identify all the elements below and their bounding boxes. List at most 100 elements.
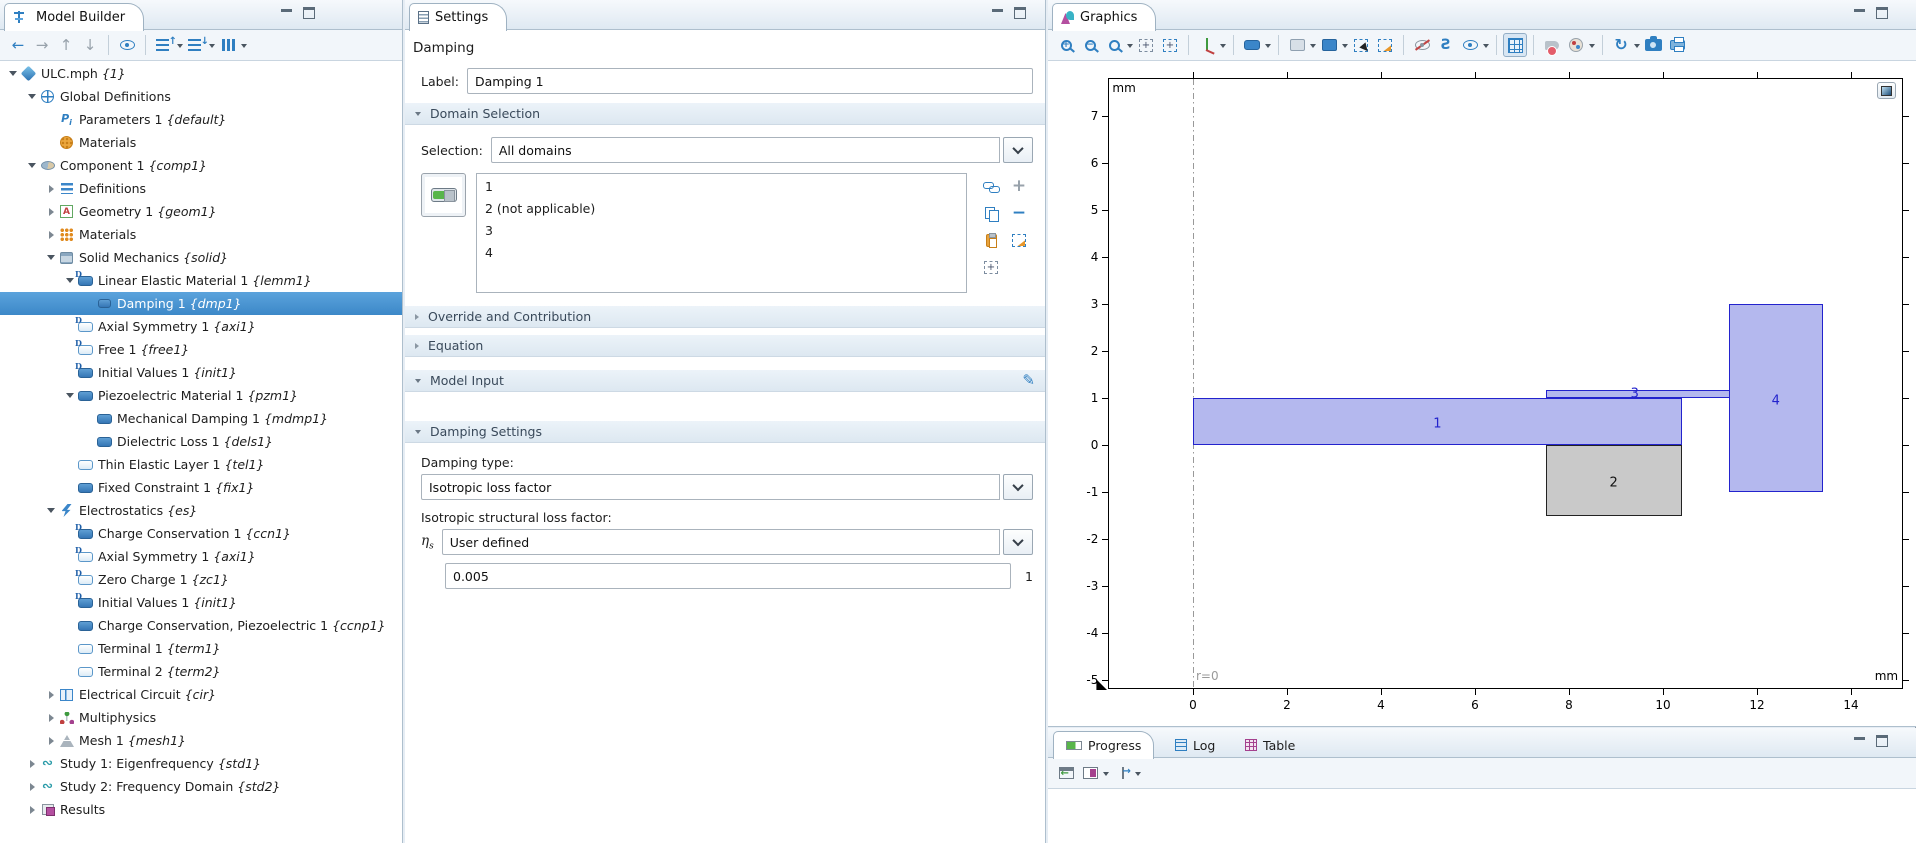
tree-node-axial-symmetry-1[interactable]: DAxial Symmetry 1{axi1} bbox=[0, 315, 402, 338]
show-button[interactable] bbox=[115, 33, 139, 57]
tree-node-dielectric-loss-1[interactable]: Dielectric Loss 1{dels1} bbox=[0, 430, 402, 453]
expand-all-button[interactable] bbox=[152, 33, 176, 57]
link-selection-button[interactable] bbox=[979, 175, 1003, 199]
tree-node-linear-elastic-material-1[interactable]: DLinear Elastic Material 1{lemm1} bbox=[0, 269, 402, 292]
selection-combo-input[interactable] bbox=[491, 137, 1000, 163]
color-palette-dropdown[interactable] bbox=[1589, 44, 1595, 51]
view-orientation-dropdown[interactable] bbox=[1220, 44, 1226, 51]
maximize-button[interactable] bbox=[1876, 735, 1888, 747]
collapse-arrow-icon[interactable] bbox=[25, 163, 39, 168]
edit-model-input-icon[interactable]: ✎ bbox=[1022, 373, 1035, 388]
tree-node-electrical-circuit[interactable]: Electrical Circuit{cir} bbox=[0, 683, 402, 706]
collapse-all-button[interactable] bbox=[184, 33, 208, 57]
expand-arrow-icon[interactable] bbox=[44, 231, 58, 239]
tab-settings[interactable]: Settings bbox=[409, 3, 507, 31]
tree-node-charge-conservation-piezoelectric-1[interactable]: Charge Conservation, Piezoelectric 1{ccn… bbox=[0, 614, 402, 637]
move-down-button[interactable]: ↓ bbox=[78, 33, 102, 57]
collapse-arrow-icon[interactable] bbox=[6, 71, 20, 76]
select-domains-dropdown[interactable] bbox=[1265, 44, 1271, 51]
tree-node-thin-elastic-layer-1[interactable]: Thin Elastic Layer 1{tel1} bbox=[0, 453, 402, 476]
tree-node-electrostatics[interactable]: Electrostatics{es} bbox=[0, 499, 402, 522]
plot-window-button[interactable] bbox=[1877, 82, 1896, 99]
maximize-button[interactable] bbox=[1876, 7, 1888, 19]
view-hidden-button[interactable] bbox=[1458, 33, 1482, 57]
zoom-to-selection-button[interactable]: + bbox=[979, 256, 1003, 280]
selection-box-add-dropdown[interactable] bbox=[1310, 44, 1316, 51]
tree-node-geometry-1[interactable]: AGeometry 1{geom1} bbox=[0, 200, 402, 223]
maximize-button[interactable] bbox=[1014, 7, 1026, 19]
minimize-button[interactable] bbox=[1853, 735, 1866, 746]
add-button[interactable]: + bbox=[1007, 175, 1031, 199]
domain-list-item[interactable]: 2 (not applicable) bbox=[477, 198, 966, 220]
paste-selection-button[interactable] bbox=[979, 229, 1003, 253]
forward-button[interactable]: → bbox=[30, 33, 54, 57]
zoom-extents-button[interactable]: + bbox=[1134, 33, 1158, 57]
damping-type-dropdown[interactable] bbox=[1003, 474, 1033, 500]
snapshot-camera-button[interactable] bbox=[1641, 33, 1665, 57]
detach-window-dropdown[interactable] bbox=[1135, 772, 1141, 779]
expand-arrow-icon[interactable] bbox=[44, 691, 58, 699]
grid-button[interactable] bbox=[1503, 33, 1527, 57]
tree-node-materials[interactable]: Materials bbox=[0, 223, 402, 246]
move-up-button[interactable]: ↑ bbox=[54, 33, 78, 57]
expand-arrow-icon[interactable] bbox=[25, 783, 39, 791]
tab-log[interactable]: Log bbox=[1163, 731, 1227, 759]
tree-node-ulc-mph[interactable]: ULC.mph{1} bbox=[0, 62, 402, 85]
select-domains-button[interactable] bbox=[1240, 33, 1264, 57]
show-side-window-button[interactable] bbox=[1078, 761, 1102, 785]
color-palette-button[interactable] bbox=[1564, 33, 1588, 57]
tree-node-damping-1[interactable]: Damping 1{dmp1} bbox=[0, 292, 402, 315]
minimize-button[interactable] bbox=[280, 7, 293, 18]
expand-arrow-icon[interactable] bbox=[44, 185, 58, 193]
eta-source-dropdown[interactable] bbox=[1003, 529, 1033, 555]
tree-node-study-1-eigenfrequency[interactable]: ∾Study 1: Eigenfrequency{std1} bbox=[0, 752, 402, 775]
print-button[interactable] bbox=[1665, 33, 1689, 57]
tree-node-component-1[interactable]: Component 1{comp1} bbox=[0, 154, 402, 177]
copy-selection-button[interactable] bbox=[979, 202, 1003, 226]
tab-graphics[interactable]: Graphics bbox=[1052, 3, 1156, 31]
selection-box-blue-dropdown[interactable] bbox=[1342, 44, 1348, 51]
tree-node-global-definitions[interactable]: Global Definitions bbox=[0, 85, 402, 108]
loss-factor-input[interactable] bbox=[445, 563, 1011, 589]
selection-box-add-button[interactable] bbox=[1285, 33, 1309, 57]
reset-hiding-button[interactable]: Ƨ bbox=[1434, 33, 1458, 57]
minimize-button[interactable] bbox=[991, 7, 1004, 18]
hide-eye-button[interactable] bbox=[1410, 33, 1434, 57]
collapse-all-dropdown[interactable] bbox=[209, 44, 215, 51]
tree-node-solid-mechanics[interactable]: Solid Mechanics{solid} bbox=[0, 246, 402, 269]
domain-list-item[interactable]: 4 bbox=[477, 242, 966, 264]
expand-arrow-icon[interactable] bbox=[25, 806, 39, 814]
tree-node-terminal-2[interactable]: Terminal 2{term2} bbox=[0, 660, 402, 683]
plot-area[interactable]: 123402468101214-5-4-3-2-101234567mmmmr=0 bbox=[1048, 62, 1916, 726]
domain-list-item[interactable]: 3 bbox=[477, 220, 966, 242]
detach-window-button[interactable] bbox=[1110, 761, 1134, 785]
tree-node-terminal-1[interactable]: Terminal 1{term1} bbox=[0, 637, 402, 660]
tree-node-mesh-1[interactable]: Mesh 1{mesh1} bbox=[0, 729, 402, 752]
section-domain-selection[interactable]: Domain Selection bbox=[405, 102, 1045, 125]
minimize-button[interactable] bbox=[1853, 7, 1866, 18]
tab-progress[interactable]: Progress bbox=[1053, 731, 1154, 759]
deselect-brush-button[interactable] bbox=[1373, 33, 1397, 57]
collapse-arrow-icon[interactable] bbox=[44, 255, 58, 260]
expand-arrow-icon[interactable] bbox=[44, 737, 58, 745]
scene-light-button[interactable]: ↻ bbox=[1609, 33, 1633, 57]
tree-node-free-1[interactable]: DFree 1{free1} bbox=[0, 338, 402, 361]
damping-type-combo[interactable] bbox=[421, 474, 1000, 500]
scene-light-dropdown[interactable] bbox=[1634, 44, 1640, 51]
view-orientation-button[interactable] bbox=[1195, 33, 1219, 57]
tree-node-study-2-frequency-domain[interactable]: ∾Study 2: Frequency Domain{std2} bbox=[0, 775, 402, 798]
dock-window-button[interactable] bbox=[1054, 761, 1078, 785]
tree-node-definitions[interactable]: Definitions bbox=[0, 177, 402, 200]
select-cursor-button[interactable] bbox=[1349, 33, 1373, 57]
selection-combo-dropdown[interactable] bbox=[1003, 137, 1033, 163]
tree-node-fixed-constraint-1[interactable]: Fixed Constraint 1{fix1} bbox=[0, 476, 402, 499]
maximize-button[interactable] bbox=[303, 7, 315, 19]
deselect-box-button[interactable] bbox=[1007, 229, 1031, 253]
tree-node-materials[interactable]: Materials bbox=[0, 131, 402, 154]
section-equation[interactable]: Equation bbox=[405, 334, 1045, 357]
remove-button[interactable]: − bbox=[1007, 202, 1031, 226]
tab-table[interactable]: Table bbox=[1233, 731, 1307, 759]
collapse-arrow-icon[interactable] bbox=[44, 508, 58, 513]
image-snapshot-frame-button[interactable]: + bbox=[1158, 33, 1182, 57]
tree-node-initial-values-1[interactable]: DInitial Values 1{init1} bbox=[0, 591, 402, 614]
